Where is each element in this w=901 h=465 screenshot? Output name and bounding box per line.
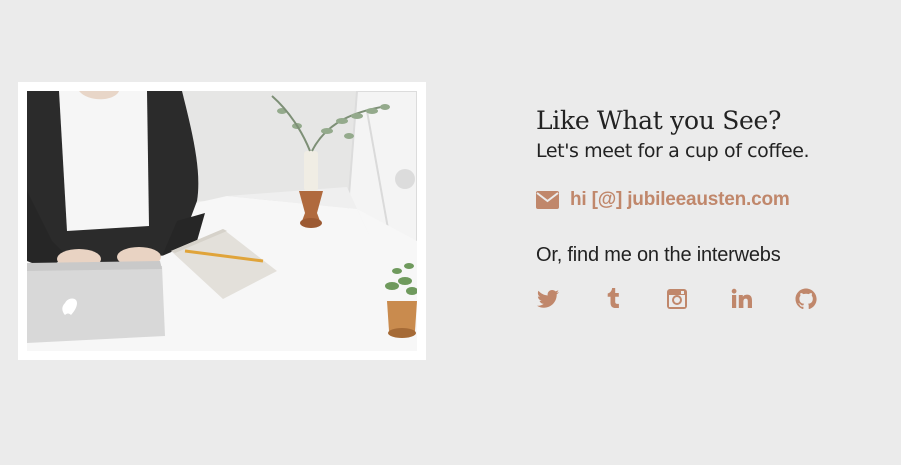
- linkedin-link[interactable]: [730, 287, 754, 311]
- workspace-photo: [27, 91, 417, 351]
- headline: Like What you See?: [536, 106, 782, 135]
- twitter-icon: [537, 290, 559, 308]
- social-item-twitter: [536, 287, 601, 311]
- linkedin-icon: [731, 288, 752, 308]
- contact-section: Like What you See? Let's meet for a cup …: [536, 104, 881, 311]
- photo-frame: [18, 82, 426, 360]
- github-link[interactable]: [794, 287, 818, 311]
- github-icon: [795, 288, 817, 310]
- social-item-instagram: [665, 287, 730, 311]
- email-link[interactable]: hi [@] jubileeausten.com: [570, 189, 790, 211]
- social-item-github: [794, 287, 859, 311]
- twitter-link[interactable]: [536, 287, 560, 311]
- instagram-link[interactable]: [665, 287, 689, 311]
- email-row: hi [@] jubileeausten.com: [536, 188, 881, 212]
- tumblr-icon: [607, 288, 619, 308]
- subhead: Let's meet for a cup of coffee.: [536, 140, 810, 162]
- instagram-icon: [667, 289, 687, 309]
- social-item-linkedin: [730, 287, 795, 311]
- tumblr-link[interactable]: [601, 287, 625, 311]
- social-links: [536, 287, 881, 311]
- social-item-tumblr: [601, 287, 666, 311]
- social-heading: Or, find me on the interwebs: [536, 244, 781, 266]
- envelope-icon: [536, 191, 559, 209]
